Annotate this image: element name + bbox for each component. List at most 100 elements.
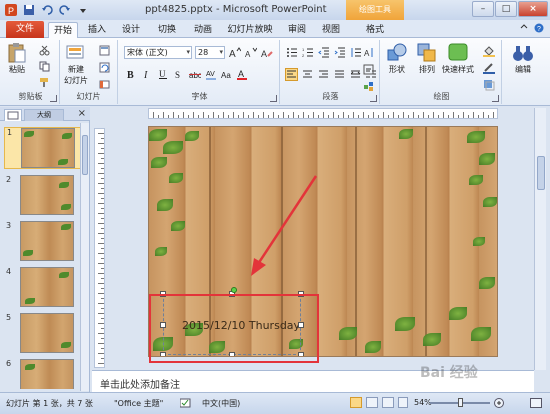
shape-effects-icon[interactable]: [482, 78, 495, 91]
font-name-combo[interactable]: 宋体 (正文) ▾: [124, 46, 192, 59]
tab-view[interactable]: 视图: [316, 22, 346, 38]
slide-sorter-button[interactable]: [366, 397, 378, 408]
rotation-handle[interactable]: [231, 287, 237, 293]
scrollbar-thumb[interactable]: [537, 156, 545, 190]
ivy-decoration: [58, 159, 68, 165]
tab-review[interactable]: 审阅: [282, 22, 312, 38]
undo-icon[interactable]: [40, 3, 54, 17]
text-direction-icon[interactable]: A: [362, 46, 375, 59]
slide-thumbnail[interactable]: 3: [4, 221, 84, 263]
justify-icon[interactable]: [333, 68, 346, 81]
increase-indent-icon[interactable]: [333, 46, 346, 59]
layout-icon[interactable]: [98, 44, 111, 57]
maximize-button[interactable]: □: [495, 1, 517, 17]
redo-icon[interactable]: [58, 3, 72, 17]
font-size-combo[interactable]: 28 ▾: [195, 46, 225, 59]
slide-scrollbar[interactable]: [534, 108, 546, 370]
tab-outline[interactable]: 大纲: [24, 109, 64, 121]
zoom-in-icon[interactable]: [494, 398, 504, 410]
svg-text:I: I: [143, 70, 148, 80]
help-icon[interactable]: ?: [534, 23, 544, 36]
clipboard-launcher-icon[interactable]: [50, 95, 57, 102]
ruler-tick: [458, 115, 459, 118]
tab-design[interactable]: 设计: [116, 22, 146, 38]
zoom-slider-knob[interactable]: [458, 398, 463, 407]
tab-format[interactable]: 格式: [358, 22, 392, 38]
slides-pane-scrollbar[interactable]: [80, 123, 89, 391]
drawing-launcher-icon[interactable]: [492, 95, 499, 102]
new-slide-button[interactable]: 新建 幻灯片: [64, 42, 88, 86]
align-left-icon[interactable]: [285, 68, 298, 81]
ivy-decoration: [62, 133, 72, 139]
close-button[interactable]: ×: [518, 1, 548, 17]
ruler-tick: [483, 112, 484, 118]
slide-thumbnail[interactable]: 6: [4, 359, 84, 389]
arrange-button[interactable]: 排列: [416, 42, 438, 75]
shadow-icon[interactable]: S: [172, 68, 185, 81]
ruler-tick: [101, 148, 104, 149]
ruler-tick: [208, 115, 209, 118]
spell-check-icon[interactable]: [179, 398, 192, 410]
theme-name[interactable]: "Office 主题": [114, 398, 163, 409]
align-center-icon[interactable]: [301, 68, 314, 81]
shape-outline-icon[interactable]: [482, 61, 495, 74]
paragraph-launcher-icon[interactable]: [370, 95, 377, 102]
ruler-tick: [243, 112, 244, 118]
customize-toolbar-icon[interactable]: [76, 3, 90, 17]
fit-to-window-icon[interactable]: [530, 398, 542, 410]
distributed-icon[interactable]: [349, 68, 362, 81]
scrollbar-thumb[interactable]: [82, 135, 88, 175]
slide-thumbnail[interactable]: 2: [4, 175, 84, 217]
slide-thumbnail[interactable]: 4: [4, 267, 84, 309]
close-pane-icon[interactable]: ×: [78, 108, 86, 119]
strikethrough-icon[interactable]: abc: [188, 68, 201, 81]
align-text-icon[interactable]: [362, 63, 375, 76]
format-painter-icon[interactable]: [38, 76, 51, 89]
underline-icon[interactable]: U: [156, 68, 169, 81]
bullets-icon[interactable]: [285, 46, 298, 59]
slideshow-view-button[interactable]: [398, 397, 408, 408]
powerpoint-logo-icon[interactable]: P: [4, 3, 18, 17]
quick-styles-button[interactable]: 快速样式: [442, 42, 474, 75]
clear-formatting-icon[interactable]: A: [260, 46, 273, 59]
font-launcher-icon[interactable]: [270, 95, 277, 102]
normal-view-button[interactable]: [350, 397, 362, 408]
italic-icon[interactable]: I: [140, 68, 153, 81]
font-color-icon[interactable]: A: [236, 68, 249, 81]
minimize-button[interactable]: –: [472, 1, 494, 17]
reset-icon[interactable]: [98, 61, 111, 74]
grow-font-icon[interactable]: A: [228, 46, 241, 59]
tab-insert[interactable]: 插入: [82, 22, 112, 38]
ruler-tick: [183, 112, 184, 118]
tab-slideshow[interactable]: 幻灯片放映: [224, 22, 276, 38]
ruler-tick: [443, 112, 444, 118]
tab-animations[interactable]: 动画: [188, 22, 218, 38]
section-icon[interactable]: [98, 78, 111, 91]
shapes-button[interactable]: 形状: [386, 42, 408, 75]
tab-home[interactable]: 开始: [48, 22, 78, 38]
ivy-decoration: [61, 204, 71, 210]
character-spacing-icon[interactable]: AV: [204, 68, 217, 81]
shape-fill-icon[interactable]: [482, 44, 495, 57]
editing-button[interactable]: 编辑: [512, 42, 534, 75]
change-case-icon[interactable]: Aa: [220, 68, 233, 81]
copy-icon[interactable]: [38, 60, 51, 73]
bold-icon[interactable]: B: [124, 68, 137, 81]
paste-button[interactable]: 粘贴: [6, 42, 28, 75]
save-icon[interactable]: [22, 3, 36, 17]
align-right-icon[interactable]: [317, 68, 330, 81]
language-indicator[interactable]: 中文(中国): [202, 398, 240, 409]
line-spacing-icon[interactable]: [349, 46, 362, 59]
tab-transitions[interactable]: 切换: [152, 22, 182, 38]
decrease-indent-icon[interactable]: [317, 46, 330, 59]
minimize-ribbon-icon[interactable]: [520, 23, 528, 36]
tab-slides[interactable]: [4, 109, 22, 121]
shrink-font-icon[interactable]: A: [244, 46, 257, 59]
tab-file[interactable]: 文件: [6, 21, 44, 38]
notes-placeholder[interactable]: 单击此处添加备注: [100, 376, 180, 391]
reading-view-button[interactable]: [382, 397, 394, 408]
numbering-icon[interactable]: 12: [301, 46, 314, 59]
slide-thumbnail[interactable]: 5: [4, 313, 84, 355]
cut-icon[interactable]: [38, 44, 51, 57]
slide-thumbnail[interactable]: 1: [4, 127, 84, 169]
